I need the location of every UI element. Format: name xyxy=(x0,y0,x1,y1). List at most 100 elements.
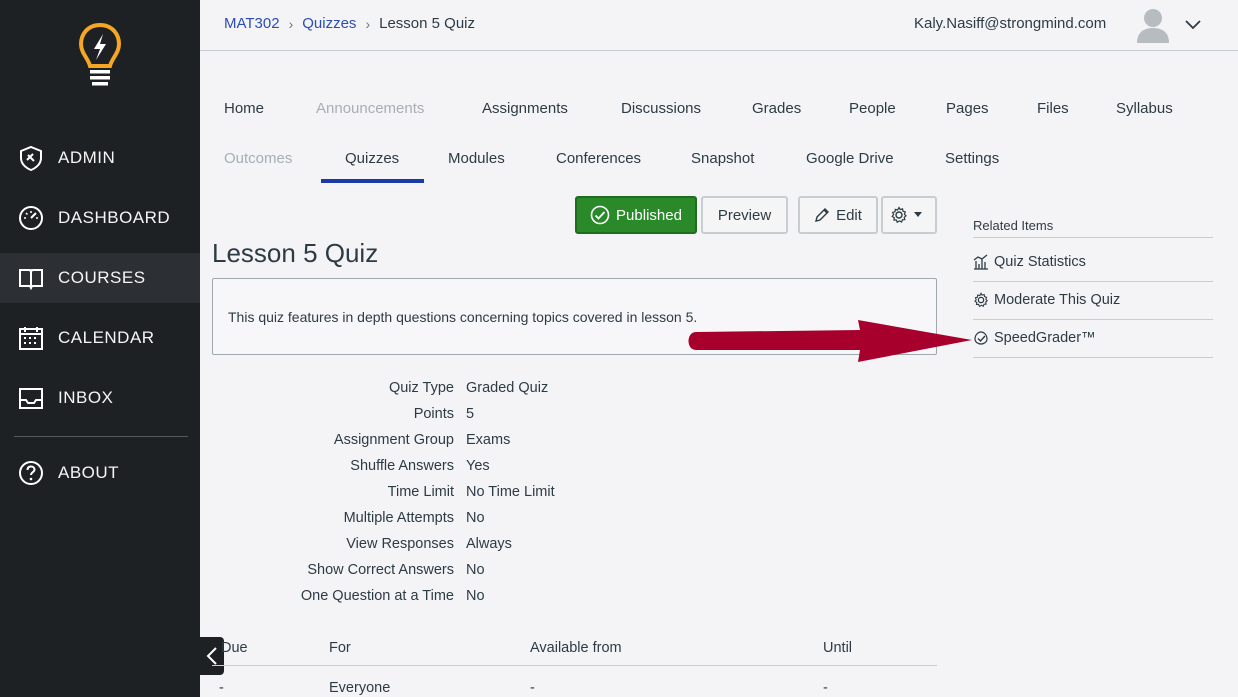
nav-item-courses[interactable]: COURSES xyxy=(0,253,200,303)
detail-key: Show Correct Answers xyxy=(307,562,454,578)
detail-row: Shuffle Answers Yes xyxy=(212,458,712,480)
nav-label: ABOUT xyxy=(58,463,120,482)
book-icon xyxy=(18,265,44,291)
tab-assignments[interactable]: Assignments xyxy=(482,100,568,117)
related-items-heading: Related Items xyxy=(973,218,1054,233)
related-item-label: Moderate This Quiz xyxy=(994,292,1121,308)
nav-label: COURSES xyxy=(58,268,146,287)
detail-value: No xyxy=(466,562,485,578)
chevron-left-icon xyxy=(206,647,217,665)
detail-key: Points xyxy=(413,406,454,422)
detail-value: Always xyxy=(466,536,512,552)
detail-row: View Responses Always xyxy=(212,536,712,558)
detail-row: Multiple Attempts No xyxy=(212,510,712,532)
breadcrumb-quizzes-link[interactable]: Quizzes xyxy=(302,15,356,32)
active-tab-indicator xyxy=(321,179,424,183)
table-divider xyxy=(212,665,937,666)
moderate-quiz-link[interactable]: Moderate This Quiz xyxy=(973,285,1213,315)
settings-menu-button[interactable] xyxy=(881,196,937,234)
breadcrumb-current: Lesson 5 Quiz xyxy=(379,15,475,32)
tab-discussions[interactable]: Discussions xyxy=(621,100,701,117)
tab-files[interactable]: Files xyxy=(1037,100,1069,117)
detail-row: Assignment Group Exams xyxy=(212,432,712,454)
breadcrumb: MAT302 › Quizzes › Lesson 5 Quiz xyxy=(224,15,475,32)
nav-label: INBOX xyxy=(58,388,114,407)
detail-row: Points 5 xyxy=(212,406,712,428)
bar-chart-icon xyxy=(973,254,988,270)
tab-quizzes[interactable]: Quizzes xyxy=(345,150,399,167)
nav-item-dashboard[interactable]: DASHBOARD xyxy=(0,193,200,243)
tab-pages[interactable]: Pages xyxy=(946,100,989,117)
tab-google-drive[interactable]: Google Drive xyxy=(806,150,894,167)
detail-key: Assignment Group xyxy=(333,432,454,448)
quiz-title: Lesson 5 Quiz xyxy=(212,238,379,268)
tab-outcomes[interactable]: Outcomes xyxy=(224,150,292,167)
nav-item-calendar[interactable]: CALENDAR xyxy=(0,313,200,363)
tab-snapshot[interactable]: Snapshot xyxy=(691,150,754,167)
gear-icon xyxy=(974,292,989,308)
chevron-right-icon: › xyxy=(288,15,294,32)
avatar-icon[interactable] xyxy=(1136,6,1170,44)
nav-label: ADMIN xyxy=(58,148,116,167)
detail-key: Multiple Attempts xyxy=(343,510,454,526)
published-button[interactable]: Published xyxy=(575,196,697,234)
speedgrader-link[interactable]: SpeedGrader™ xyxy=(973,323,1213,353)
inbox-icon xyxy=(18,385,44,411)
tab-conferences[interactable]: Conferences xyxy=(556,150,641,167)
tab-home[interactable]: Home xyxy=(224,100,264,117)
tab-settings[interactable]: Settings xyxy=(945,150,999,167)
table-cell-for: Everyone xyxy=(329,680,391,696)
nav-item-about[interactable]: ABOUT xyxy=(0,448,200,498)
published-label: Published xyxy=(616,206,682,224)
quiz-description: This quiz features in depth questions co… xyxy=(228,309,698,325)
question-icon xyxy=(18,460,44,486)
edit-button[interactable]: Edit xyxy=(798,196,878,234)
detail-value: No Time Limit xyxy=(466,484,555,500)
related-divider xyxy=(973,281,1213,282)
table-header-available-from: Available from xyxy=(530,640,622,656)
nav-item-admin[interactable]: ADMIN xyxy=(0,133,200,183)
nav-label: DASHBOARD xyxy=(58,208,171,227)
detail-key: Time Limit xyxy=(387,484,454,500)
related-item-label: Quiz Statistics xyxy=(994,254,1086,270)
check-circle-icon xyxy=(590,205,610,225)
tab-announcements[interactable]: Announcements xyxy=(316,100,424,117)
table-header-due: Due xyxy=(221,640,248,656)
user-email[interactable]: Kaly.Nasiff@strongmind.com xyxy=(914,15,1106,32)
nav-item-inbox[interactable]: INBOX xyxy=(0,373,200,423)
tab-syllabus[interactable]: Syllabus xyxy=(1116,100,1173,117)
detail-value: No xyxy=(466,588,485,604)
detail-row: Time Limit No Time Limit xyxy=(212,484,712,506)
table-cell-until: - xyxy=(823,680,828,696)
nav-divider xyxy=(14,436,188,437)
table-header-for: For xyxy=(329,640,351,656)
table-header-until: Until xyxy=(823,640,853,656)
table-cell-available-from: - xyxy=(530,680,535,696)
preview-button[interactable]: Preview xyxy=(701,196,788,234)
detail-value: No xyxy=(466,510,485,526)
gear-icon xyxy=(891,206,907,224)
detail-value: Yes xyxy=(466,458,490,474)
detail-row: One Question at a Time No xyxy=(212,588,712,610)
detail-row: Show Correct Answers No xyxy=(212,562,712,584)
lightbulb-logo-icon[interactable] xyxy=(78,22,122,88)
related-divider xyxy=(973,237,1213,238)
tab-people[interactable]: People xyxy=(849,100,896,117)
related-item-label: SpeedGrader™ xyxy=(994,330,1096,346)
quiz-statistics-link[interactable]: Quiz Statistics xyxy=(973,247,1213,277)
edit-label: Edit xyxy=(836,206,862,224)
caret-down-icon xyxy=(914,212,922,217)
detail-key: Shuffle Answers xyxy=(350,458,454,474)
breadcrumb-course-link[interactable]: MAT302 xyxy=(224,15,280,32)
annotation-arrow-icon xyxy=(688,320,972,362)
related-divider xyxy=(973,319,1213,320)
chevron-down-icon[interactable] xyxy=(1184,15,1202,33)
tab-modules[interactable]: Modules xyxy=(448,150,505,167)
shield-icon xyxy=(18,145,44,171)
tab-grades[interactable]: Grades xyxy=(752,100,801,117)
detail-key: One Question at a Time xyxy=(300,588,454,604)
speedgrader-icon xyxy=(974,331,988,345)
calendar-icon xyxy=(18,325,44,351)
detail-row: Quiz Type Graded Quiz xyxy=(212,380,712,402)
top-bar: MAT302 › Quizzes › Lesson 5 Quiz Kaly.Na… xyxy=(200,0,1238,51)
